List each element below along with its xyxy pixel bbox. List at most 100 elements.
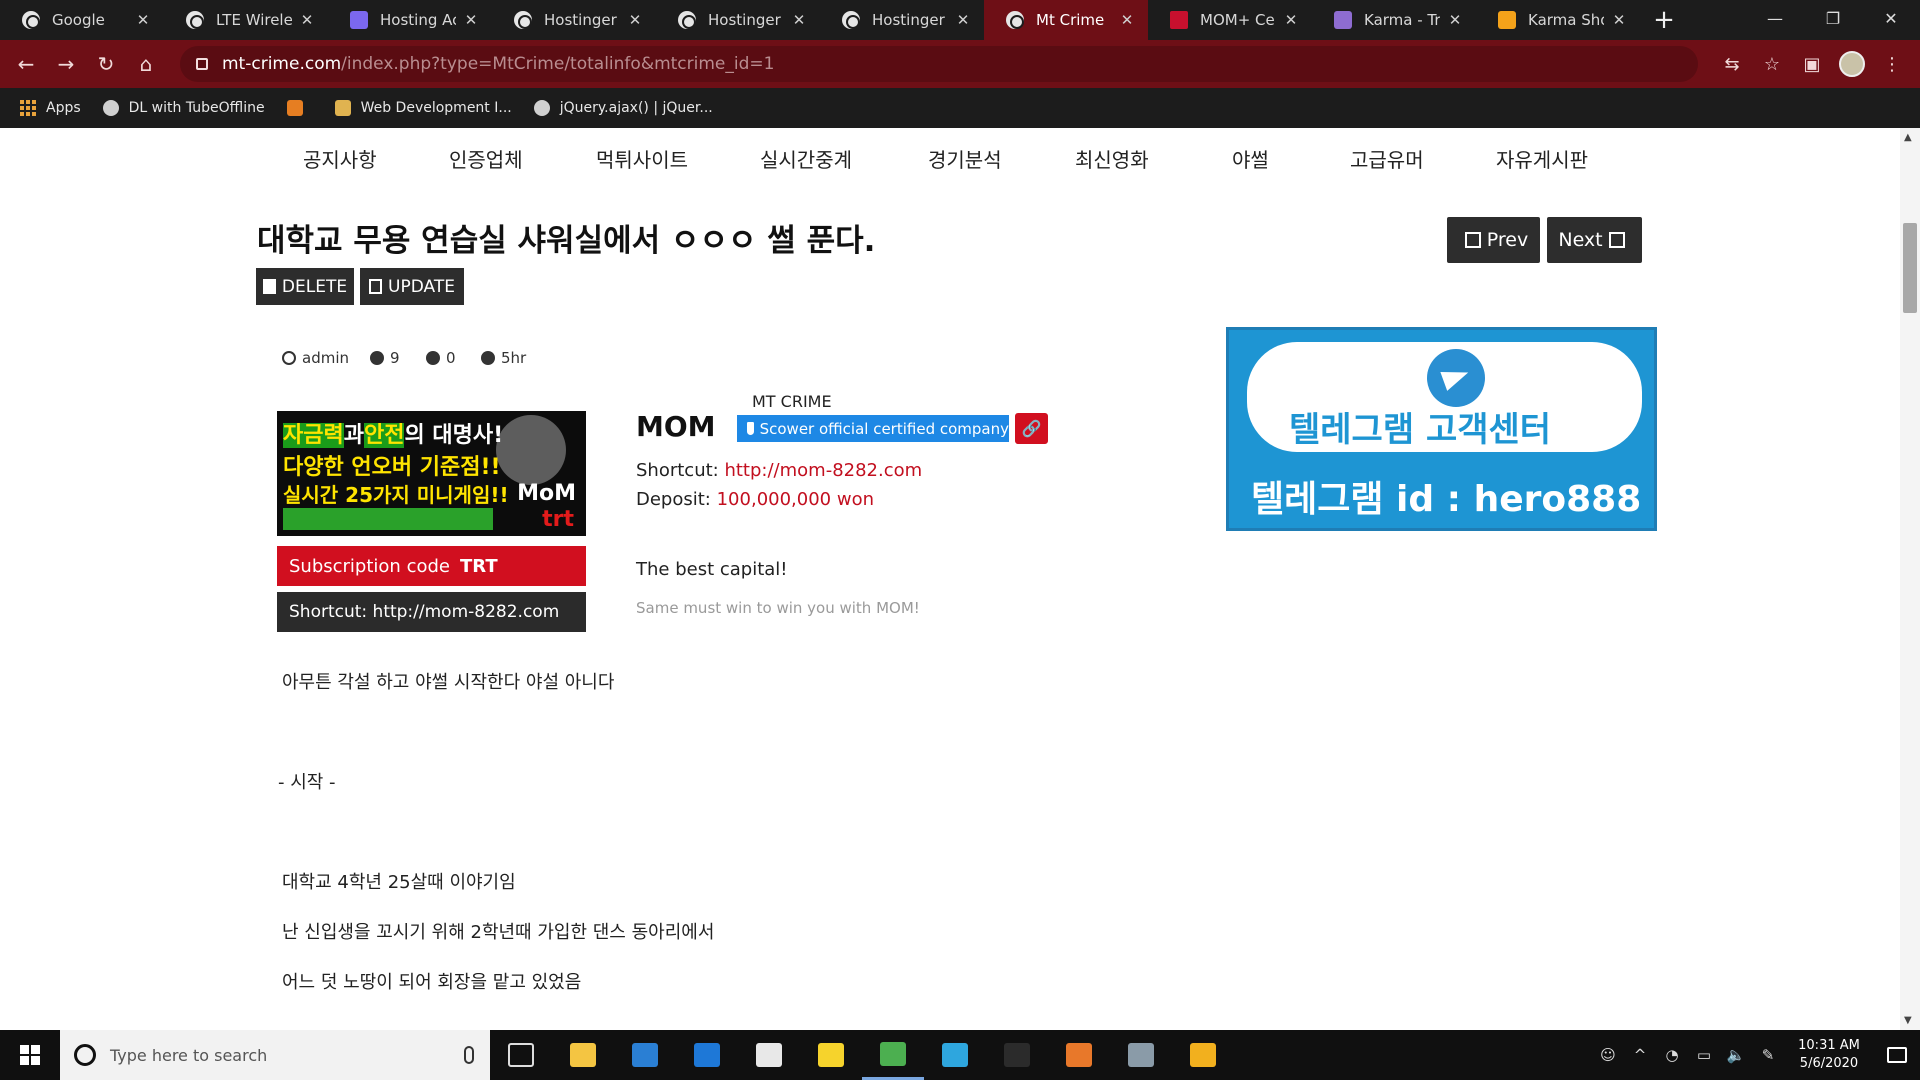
home-icon[interactable]: ⌂ bbox=[126, 44, 166, 84]
body-paragraph: 어느 덧 노땅이 되어 회장을 맡고 있었음 bbox=[282, 972, 582, 993]
nav-item-movies[interactable]: 최신영화 bbox=[1075, 144, 1149, 173]
close-tab-icon[interactable]: ✕ bbox=[1118, 11, 1136, 29]
action-center-icon[interactable] bbox=[1874, 1030, 1920, 1080]
nav-item-analysis[interactable]: 경기분석 bbox=[928, 144, 1002, 173]
author-name: admin bbox=[302, 349, 349, 367]
reload-icon[interactable]: ↻ bbox=[86, 44, 126, 84]
pen-icon[interactable]: ✎ bbox=[1752, 1046, 1784, 1064]
bookmark-orange[interactable] bbox=[286, 100, 313, 116]
company-tagline-sub: Same must win to win you with MOM! bbox=[636, 599, 920, 617]
tab-title: LTE Wireles bbox=[216, 11, 292, 29]
sublime-icon[interactable] bbox=[1048, 1030, 1110, 1080]
close-tab-icon[interactable]: ✕ bbox=[626, 11, 644, 29]
bookmark-apps[interactable]: Apps bbox=[20, 100, 81, 116]
mail-icon[interactable] bbox=[614, 1030, 676, 1080]
forward-icon[interactable]: → bbox=[46, 44, 86, 84]
shortcut-bar[interactable]: Shortcut: http://mom-8282.com bbox=[277, 592, 586, 632]
bookmark-tubeoffline[interactable]: DL with TubeOffline bbox=[102, 100, 265, 116]
file-explorer-icon[interactable] bbox=[552, 1030, 614, 1080]
scroll-down-icon[interactable]: ▼ bbox=[1904, 1015, 1912, 1026]
app-glyph bbox=[1004, 1043, 1030, 1067]
link-button[interactable]: 🔗 bbox=[1015, 413, 1048, 444]
taskbar-search[interactable]: Type here to search bbox=[60, 1030, 490, 1080]
battery-icon[interactable]: ▭ bbox=[1688, 1046, 1720, 1064]
extension-icon[interactable]: ▣ bbox=[1792, 44, 1832, 84]
url-host: mt-crime.com bbox=[222, 54, 342, 74]
task-view-icon[interactable] bbox=[490, 1030, 552, 1080]
prev-button[interactable]: Prev bbox=[1447, 217, 1540, 263]
menu-dots-icon[interactable]: ⋮ bbox=[1872, 44, 1912, 84]
chrome-icon[interactable] bbox=[862, 1030, 924, 1080]
volume-icon[interactable]: 🔈 bbox=[1720, 1046, 1752, 1064]
browser-tab[interactable]: Hostinger I ✕ bbox=[656, 0, 820, 40]
close-tab-icon[interactable]: ✕ bbox=[1610, 11, 1628, 29]
address-bar[interactable]: mt-crime.com /index.php?type=MtCrime/tot… bbox=[180, 46, 1698, 82]
sticky-notes-icon[interactable] bbox=[800, 1030, 862, 1080]
tab-title: Hosting Ac bbox=[380, 11, 456, 29]
close-tab-icon[interactable]: ✕ bbox=[1282, 11, 1300, 29]
scroll-up-icon[interactable]: ▲ bbox=[1904, 132, 1912, 143]
terminal-icon[interactable] bbox=[986, 1030, 1048, 1080]
browser-tab[interactable]: Hostinger I ✕ bbox=[820, 0, 984, 40]
close-tab-icon[interactable]: ✕ bbox=[298, 11, 316, 29]
body-paragraph: 대학교 4학년 25살때 이야기임 bbox=[282, 872, 516, 893]
chrome-alt-icon[interactable] bbox=[1172, 1030, 1234, 1080]
network-icon[interactable]: ◔ bbox=[1656, 1046, 1688, 1064]
bookmark-web-development[interactable]: Web Development I... bbox=[334, 100, 512, 116]
restore-icon[interactable]: ❐ bbox=[1804, 0, 1862, 36]
browser-tab[interactable]: Hosting Ac ✕ bbox=[328, 0, 492, 40]
globe-icon bbox=[1006, 11, 1024, 29]
taskbar-clock[interactable]: 10:31 AM 5/6/2020 bbox=[1784, 1037, 1874, 1073]
close-tab-icon[interactable]: ✕ bbox=[954, 11, 972, 29]
view-count: 9 bbox=[390, 349, 400, 367]
chevron-up-icon[interactable]: ^ bbox=[1624, 1046, 1656, 1064]
minimize-icon[interactable]: — bbox=[1746, 0, 1804, 36]
close-tab-icon[interactable]: ✕ bbox=[134, 11, 152, 29]
browser-tab[interactable]: Hostinger I ✕ bbox=[492, 0, 656, 40]
next-label: Next bbox=[1558, 229, 1603, 251]
browser-tab[interactable]: Karma Shop ✕ bbox=[1476, 0, 1640, 40]
page-scrollbar[interactable]: ▲ ▼ bbox=[1900, 128, 1920, 1030]
nav-item-verified[interactable]: 인증업체 bbox=[449, 144, 523, 173]
browser-tab[interactable]: Karma - Tr ✕ bbox=[1312, 0, 1476, 40]
profile-avatar[interactable] bbox=[1832, 44, 1872, 84]
bookmark-orange-icon bbox=[286, 100, 303, 116]
delete-button[interactable]: DELETE bbox=[256, 268, 354, 305]
bookmark-label: DL with TubeOffline bbox=[128, 100, 265, 116]
close-tab-icon[interactable]: ✕ bbox=[1446, 11, 1464, 29]
browser-tab[interactable]: Mt Crime ✕ bbox=[984, 0, 1148, 40]
back-icon[interactable]: ← bbox=[6, 44, 46, 84]
nav-item-live[interactable]: 실시간중계 bbox=[760, 144, 852, 173]
nav-item-humor[interactable]: 고급유머 bbox=[1350, 144, 1424, 173]
nav-item-free-board[interactable]: 자유게시판 bbox=[1496, 144, 1588, 173]
nav-item-scam-sites[interactable]: 먹튀사이트 bbox=[596, 144, 688, 173]
meta-author: admin bbox=[282, 349, 349, 367]
people-icon[interactable]: ☺ bbox=[1592, 1046, 1624, 1064]
close-tab-icon[interactable]: ✕ bbox=[462, 11, 480, 29]
start-button[interactable] bbox=[0, 1030, 60, 1080]
telegram-ad-banner[interactable]: 텔레그램 고객센터 텔레그램 id : hero888 bbox=[1226, 327, 1657, 531]
browser-tab[interactable]: Google ✕ bbox=[0, 0, 164, 40]
next-icon bbox=[1608, 232, 1625, 248]
bookmark-star-icon[interactable]: ☆ bbox=[1752, 44, 1792, 84]
scroll-thumb[interactable] bbox=[1903, 223, 1917, 313]
next-button[interactable]: Next bbox=[1547, 217, 1642, 263]
close-window-icon[interactable]: ✕ bbox=[1862, 0, 1920, 36]
close-tab-icon[interactable]: ✕ bbox=[790, 11, 808, 29]
browser-tab[interactable]: LTE Wireles ✕ bbox=[164, 0, 328, 40]
nav-item-stories[interactable]: 야썰 bbox=[1232, 144, 1269, 173]
new-tab-icon[interactable]: + bbox=[1644, 0, 1684, 40]
telegram-icon[interactable] bbox=[924, 1030, 986, 1080]
app-glyph bbox=[942, 1043, 968, 1067]
store-icon[interactable] bbox=[738, 1030, 800, 1080]
bookmark-jquery-ajax[interactable]: jQuery.ajax() | jQuer... bbox=[533, 100, 713, 116]
shortcut-link[interactable]: http://mom-8282.com bbox=[724, 460, 922, 481]
edge-icon[interactable] bbox=[676, 1030, 738, 1080]
company-banner-image[interactable]: 자금력과안전의 대명사! 다양한 언오버 기준점!! 실시간 25가지 미니게임… bbox=[277, 411, 586, 536]
settings-icon[interactable] bbox=[1110, 1030, 1172, 1080]
update-button[interactable]: UPDATE bbox=[360, 268, 464, 305]
nav-item-notice[interactable]: 공지사항 bbox=[303, 144, 377, 173]
microphone-icon[interactable] bbox=[464, 1046, 474, 1064]
browser-tab[interactable]: MOM+ Cer ✕ bbox=[1148, 0, 1312, 40]
translate-icon[interactable]: ⇆ bbox=[1712, 44, 1752, 84]
